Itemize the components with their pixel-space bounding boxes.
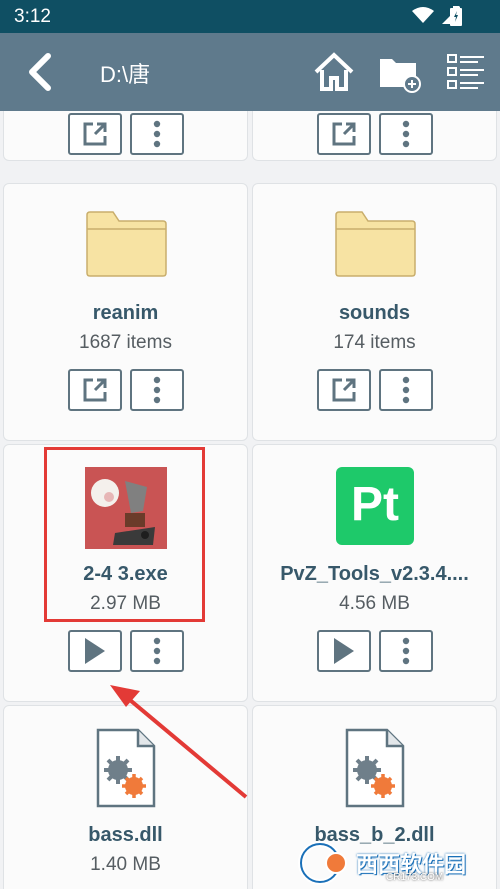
play-icon	[334, 638, 354, 664]
watermark-c-logo	[298, 841, 347, 885]
pt-app-icon: Pt	[336, 467, 414, 545]
more-vert-icon	[153, 120, 161, 148]
folder-icon	[335, 211, 416, 277]
more-options-button[interactable]	[130, 630, 184, 672]
file-name: bass.dll	[88, 824, 163, 846]
open-external-button[interactable]	[317, 369, 371, 411]
file-name: PvZ_Tools_v2.3.4....	[280, 563, 469, 585]
file-meta: 174 items	[333, 332, 416, 353]
run-button[interactable]	[68, 630, 122, 672]
more-vert-icon	[153, 637, 161, 665]
folder-icon	[86, 211, 167, 277]
file-card-partial[interactable]	[3, 111, 248, 161]
new-folder-icon	[380, 59, 421, 93]
more-options-button[interactable]	[130, 369, 184, 411]
more-options-button[interactable]	[379, 369, 433, 411]
file-name: reanim	[92, 302, 159, 324]
open-external-button[interactable]	[317, 113, 371, 155]
open-external-button[interactable]	[68, 369, 122, 411]
play-icon	[85, 638, 105, 664]
watermark-logo: 西西软件园 CR173.COM	[288, 837, 498, 887]
home-icon	[314, 52, 354, 91]
more-options-button[interactable]	[379, 630, 433, 672]
file-meta: 1687 items	[79, 332, 172, 353]
wifi-icon	[412, 7, 434, 23]
more-vert-icon	[402, 120, 410, 148]
app-bar: D:\唐	[0, 33, 500, 111]
file-card-sounds[interactable]: sounds 174 items	[252, 183, 497, 441]
battery-icon	[450, 6, 462, 26]
more-vert-icon	[402, 376, 410, 404]
new-folder-button[interactable]	[378, 53, 422, 93]
run-button[interactable]	[317, 630, 371, 672]
file-meta: 4.56 MB	[339, 593, 410, 614]
list-view-icon	[447, 54, 484, 89]
more-vert-icon	[402, 637, 410, 665]
file-grid: reanim 1687 items sounds 174 items 2-4 3…	[0, 111, 500, 889]
view-mode-button[interactable]	[444, 51, 488, 93]
file-card-pvz-tools[interactable]: Pt PvZ_Tools_v2.3.4.... 4.56 MB	[252, 444, 497, 702]
open-external-button[interactable]	[68, 113, 122, 155]
highlight-box	[44, 447, 205, 622]
back-arrow-icon	[29, 53, 51, 91]
more-options-button[interactable]	[379, 113, 433, 155]
open-external-icon	[83, 378, 107, 402]
status-bar: 3:12	[0, 0, 500, 33]
dll-settings-file-icon	[345, 728, 405, 808]
open-external-icon	[332, 378, 356, 402]
status-time: 3:12	[14, 6, 51, 27]
open-external-icon	[83, 122, 107, 146]
more-vert-icon	[153, 376, 161, 404]
path-title: D:\唐	[100, 62, 151, 87]
file-card-partial[interactable]	[252, 111, 497, 161]
home-button[interactable]	[312, 51, 356, 93]
pt-icon-text: Pt	[351, 478, 399, 531]
open-external-icon	[332, 122, 356, 146]
back-button[interactable]	[22, 50, 62, 94]
watermark-sub: CR173.COM	[386, 872, 444, 883]
more-options-button[interactable]	[130, 113, 184, 155]
annotation-arrow	[110, 685, 248, 799]
file-name: sounds	[338, 302, 411, 324]
file-meta: 1.40 MB	[90, 854, 161, 875]
file-card-reanim[interactable]: reanim 1687 items	[3, 183, 248, 441]
